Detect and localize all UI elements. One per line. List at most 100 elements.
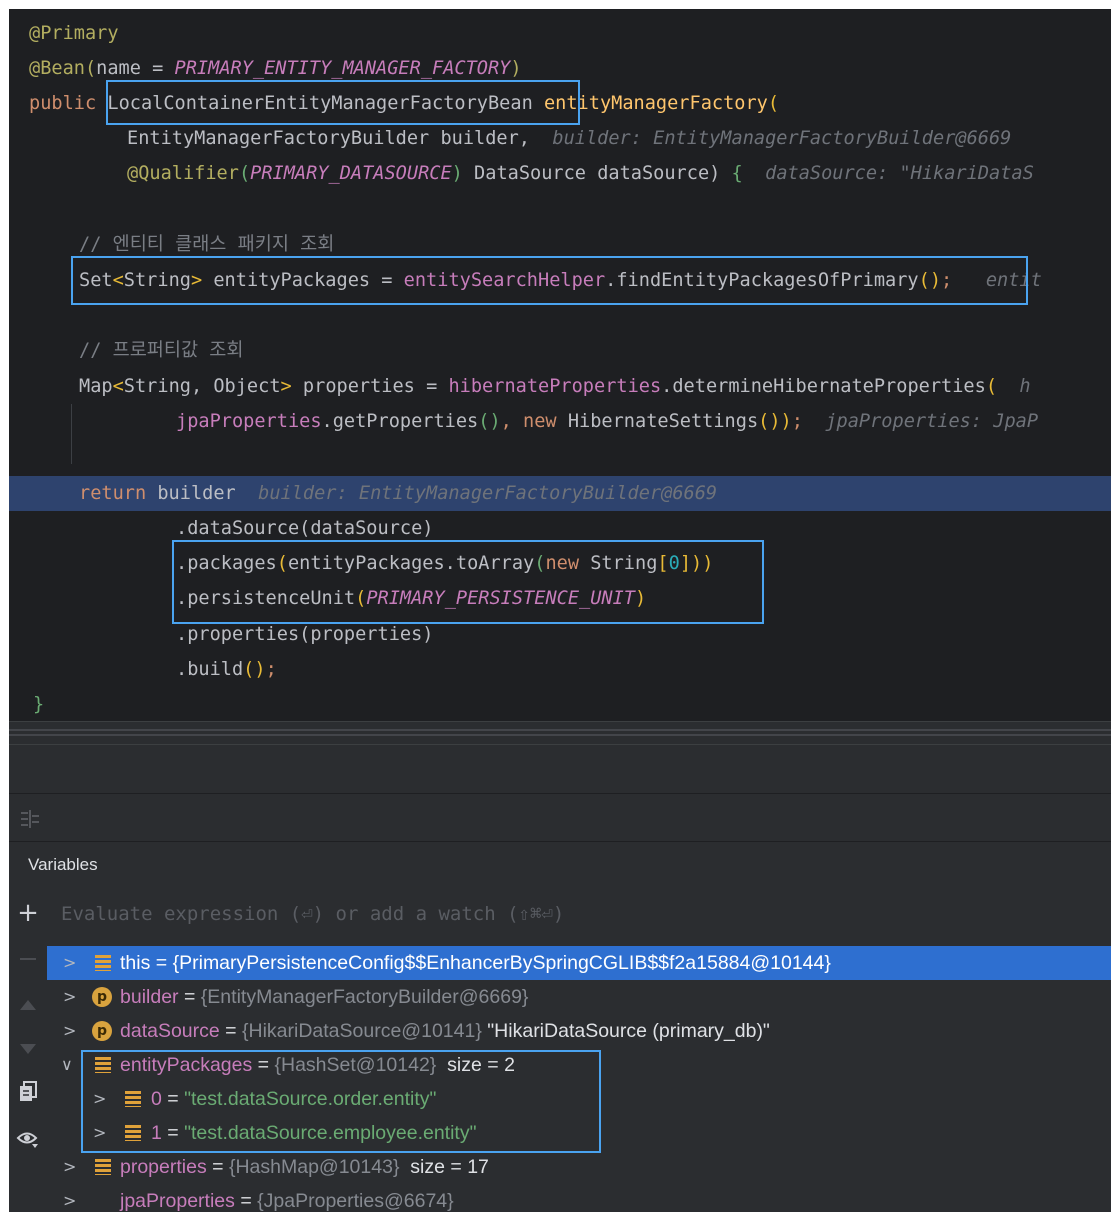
- chevron-down-icon[interactable]: ∨: [61, 1048, 75, 1082]
- evaluate-expression-input[interactable]: Evaluate expression (⏎) or add a watch (…: [47, 888, 1111, 940]
- variable-value: {EntityManagerFactoryBuilder@6669}: [200, 986, 529, 1008]
- keyword: return: [79, 483, 147, 504]
- variable-row-this[interactable]: > this = {PrimaryPersistenceConfig$$Enha…: [47, 946, 1111, 980]
- equals-sign: =: [150, 952, 173, 974]
- highlight-box-entity-packages: [71, 256, 1028, 305]
- chevron-right-icon[interactable]: >: [63, 980, 77, 1014]
- move-up-icon[interactable]: [9, 996, 47, 1015]
- equals-sign: =: [234, 1190, 258, 1212]
- code-token: (dataSource): [299, 518, 434, 539]
- copy-icon[interactable]: [9, 1080, 47, 1106]
- chevron-right-icon[interactable]: >: [63, 946, 77, 980]
- code-token: }: [33, 694, 45, 715]
- code-token: <: [112, 376, 124, 397]
- highlight-box-packages-call: [172, 540, 764, 624]
- code-token: (properties): [299, 624, 434, 645]
- variable-value: {JpaProperties@6674}: [257, 1190, 454, 1212]
- ide-window: @Primary @Bean(name = PRIMARY_ENTITY_MAN…: [9, 9, 1111, 1212]
- code-editor[interactable]: @Primary @Bean(name = PRIMARY_ENTITY_MAN…: [9, 9, 1111, 721]
- code-token: EntityManagerFactoryBuilder builder,: [127, 128, 530, 149]
- code-line-20[interactable]: }: [33, 687, 44, 722]
- variables-tree: Evaluate expression (⏎) or add a watch (…: [47, 888, 1111, 1212]
- code-token: name =: [96, 58, 175, 79]
- variable-row-datasource[interactable]: > p dataSource = {HikariDataSource@10141…: [47, 1014, 1111, 1048]
- variable-name: this: [120, 952, 151, 974]
- chevron-right-icon[interactable]: >: [63, 1150, 77, 1184]
- code-line-19[interactable]: .build();: [176, 652, 277, 687]
- layout-icon[interactable]: [19, 808, 41, 830]
- inline-debug-hint: jpaProperties: JpaP: [825, 411, 1039, 432]
- variable-value: {PrimaryPersistenceConfig$$EnhancerBySpr…: [172, 952, 831, 974]
- code-line-12[interactable]: jpaProperties.getProperties(), new Hiber…: [176, 404, 1038, 439]
- add-icon[interactable]: +: [9, 900, 47, 926]
- code-token: {: [731, 163, 743, 184]
- keyword: public: [29, 93, 97, 114]
- code-token: ): [510, 58, 522, 79]
- chevron-right-icon[interactable]: >: [63, 1184, 77, 1212]
- variable-name: properties: [120, 1156, 207, 1178]
- constant: PRIMARY_DATASOURCE: [250, 163, 452, 184]
- method-call: .getProperties: [321, 411, 479, 432]
- code-token: >: [280, 376, 292, 397]
- variable-row-jpaproperties[interactable]: > jpaProperties = {JpaProperties@6674}: [47, 1184, 1111, 1212]
- variable-value: {HikariDataSource@10141}: [241, 1020, 482, 1042]
- code-comment: // 프로퍼티값 조회: [79, 340, 244, 361]
- method-call: .determineHibernateProperties: [661, 376, 986, 397]
- code-token: ()): [758, 411, 792, 432]
- parameter-icon: p: [92, 1021, 112, 1041]
- code-token: properties =: [291, 376, 449, 397]
- code-line-1[interactable]: @Primary: [29, 16, 119, 51]
- panel-splitter[interactable]: [9, 721, 1111, 745]
- code-line-11[interactable]: Map<String, Object> properties = hiberna…: [79, 369, 1031, 404]
- variable-row-builder[interactable]: > p builder = {EntityManagerFactoryBuild…: [47, 980, 1111, 1014]
- watch-icon[interactable]: [9, 1128, 47, 1154]
- method-call: .properties: [176, 624, 300, 645]
- code-token: builder: [146, 483, 236, 504]
- inline-debug-hint: h: [1019, 376, 1031, 397]
- move-down-icon[interactable]: [9, 1040, 47, 1059]
- parameter-icon: p: [92, 987, 112, 1007]
- chevron-right-icon[interactable]: >: [63, 1014, 77, 1048]
- field-name: hibernateProperties: [448, 376, 662, 397]
- code-token: (: [767, 93, 780, 114]
- code-line-5[interactable]: @Qualifier(PRIMARY_DATASOURCE) DataSourc…: [127, 156, 1034, 191]
- variable-row-properties[interactable]: > properties = {HashMap@10143} size = 17: [47, 1150, 1111, 1184]
- code-line-10[interactable]: // 프로퍼티값 조회: [79, 333, 244, 368]
- inline-debug-hint: builder: EntityManagerFactoryBuilder@666…: [552, 128, 1012, 149]
- code-token: ,: [500, 411, 524, 432]
- keyword: new: [523, 411, 557, 432]
- annotation: @Qualifier: [127, 163, 239, 184]
- highlight-box-return-type: [106, 80, 580, 125]
- code-line-14[interactable]: return builder builder: EntityManagerFac…: [79, 476, 717, 511]
- variables-side-toolbar: +: [9, 888, 47, 1212]
- variable-name: dataSource: [120, 1020, 220, 1042]
- inline-debug-hint: builder: EntityManagerFactoryBuilder@666…: [258, 483, 718, 504]
- type-name: HibernateSettings: [556, 411, 759, 432]
- code-token: (: [985, 376, 998, 397]
- field-list-icon: [95, 1159, 111, 1175]
- code-line-4[interactable]: EntityManagerFactoryBuilder builder, bui…: [127, 121, 1011, 156]
- equals-sign: =: [206, 1156, 229, 1178]
- field-list-icon: [95, 955, 111, 971]
- code-comment: // 엔티티 클래스 패키지 조회: [79, 234, 335, 255]
- splitter-grip[interactable]: [9, 729, 1111, 736]
- code-token: DataSource dataSource): [462, 163, 732, 184]
- equals-sign: =: [219, 1020, 242, 1042]
- glasses-icon: [89, 1193, 117, 1211]
- code-token: (): [478, 411, 501, 432]
- inline-debug-hint: dataSource: "HikariDataS: [765, 163, 1034, 184]
- code-token: ;: [265, 659, 277, 680]
- variable-size: size = 17: [399, 1156, 489, 1178]
- code-token: (: [238, 163, 251, 184]
- variable-name: jpaProperties: [120, 1190, 235, 1212]
- equals-sign: =: [178, 986, 201, 1008]
- code-token: (): [243, 659, 266, 680]
- annotation: @Bean(: [29, 58, 97, 79]
- panel-title: Variables: [28, 855, 98, 874]
- debug-toolbar: [9, 745, 1111, 793]
- variable-value: {HashMap@10143}: [228, 1156, 400, 1178]
- remove-icon[interactable]: [9, 950, 47, 960]
- indent-guide: [71, 404, 72, 464]
- field-name: jpaProperties: [176, 411, 322, 432]
- variables-header: Variables: [9, 841, 1111, 889]
